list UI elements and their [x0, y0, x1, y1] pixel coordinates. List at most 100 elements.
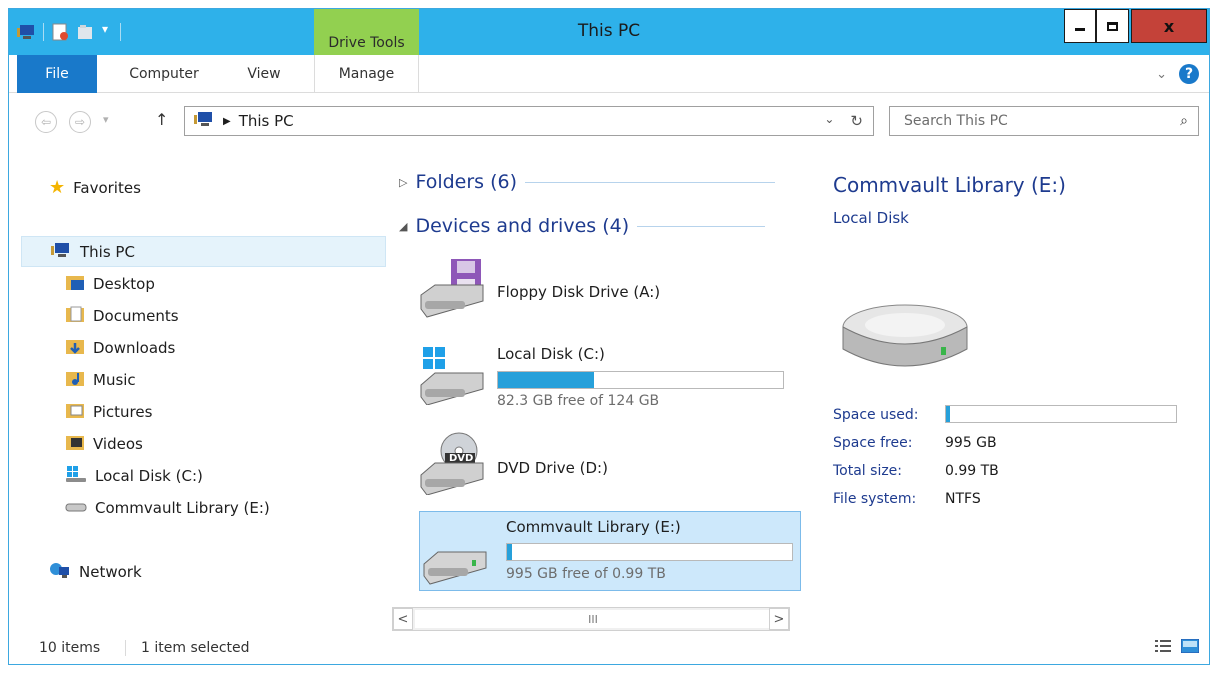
- nav-network[interactable]: Network: [49, 561, 142, 583]
- hard-drive-icon: [65, 497, 87, 519]
- drive-name: DVD Drive (D:): [497, 459, 608, 477]
- details-space-free: Space free: 995 GB: [833, 435, 997, 451]
- address-bar[interactable]: ▶ This PC ⌄ ↻: [184, 106, 874, 136]
- desktop-folder-icon: [65, 273, 85, 295]
- hard-drive-icon: [420, 522, 490, 590]
- group-devices-and-drives[interactable]: ◢ Devices and drives (4): [399, 215, 766, 237]
- navigation-pane: ★ Favorites This PC Desktop Documents Do…: [9, 151, 387, 631]
- nav-downloads-label: Downloads: [93, 339, 176, 357]
- breadcrumb-arrow-icon[interactable]: ▶: [223, 116, 231, 127]
- minimize-button[interactable]: [1064, 9, 1096, 43]
- window-title: This PC: [577, 21, 641, 41]
- drive-commvault-library-e[interactable]: Commvault Library (E:) 995 GB free of 0.…: [419, 511, 801, 591]
- up-arrow-icon[interactable]: ↑: [155, 110, 168, 129]
- collapse-triangle-icon: ◢: [399, 219, 408, 233]
- nav-local-disk-c-label: Local Disk (C:): [95, 467, 203, 485]
- nav-documents[interactable]: Documents: [65, 305, 179, 327]
- nav-videos[interactable]: Videos: [65, 433, 143, 455]
- drive-floppy-a[interactable]: Floppy Disk Drive (A:): [411, 247, 791, 327]
- tab-view[interactable]: View: [234, 55, 294, 93]
- dvd-badge: DVD: [449, 453, 474, 464]
- forward-button[interactable]: ⇨: [69, 111, 91, 133]
- status-bar: 10 items 1 item selected: [9, 631, 1209, 665]
- group-divider: [525, 181, 776, 183]
- nav-this-pc-label: This PC: [80, 242, 135, 261]
- title-bar: ▾ Drive Tools This PC x: [9, 9, 1209, 55]
- computer-icon: [50, 241, 72, 263]
- details-space-used: Space used:: [833, 407, 945, 423]
- total-size-label: Total size:: [833, 463, 903, 479]
- pictures-folder-icon: [65, 401, 85, 423]
- nav-downloads[interactable]: Downloads: [65, 337, 175, 359]
- videos-folder-icon: [65, 433, 85, 455]
- address-dropdown-icon[interactable]: ⌄: [824, 112, 834, 130]
- details-title: Commvault Library (E:): [833, 173, 1066, 197]
- search-icon[interactable]: ⌕: [1180, 113, 1188, 129]
- windows-drive-icon: [417, 341, 487, 409]
- item-count: 10 items: [39, 640, 101, 656]
- tab-file[interactable]: File: [17, 55, 97, 93]
- nav-music[interactable]: Music: [65, 369, 136, 391]
- nav-this-pc[interactable]: This PC: [21, 236, 386, 267]
- help-icon[interactable]: ?: [1179, 64, 1199, 84]
- breadcrumb-this-pc[interactable]: This PC: [239, 112, 294, 130]
- group-folders[interactable]: ▷ Folders (6): [399, 171, 776, 193]
- nav-favorites[interactable]: ★ Favorites: [49, 177, 141, 198]
- refresh-icon[interactable]: ↻: [850, 112, 863, 130]
- nav-desktop[interactable]: Desktop: [65, 273, 155, 295]
- drive-usage-fill: [498, 372, 594, 388]
- horizontal-scrollbar[interactable]: < III >: [392, 607, 790, 631]
- nav-commvault-library-e[interactable]: Commvault Library (E:): [65, 497, 270, 519]
- network-icon: [49, 561, 71, 583]
- maximize-button[interactable]: [1096, 9, 1129, 43]
- hard-drive-large-icon: [835, 301, 975, 385]
- scroll-right-icon[interactable]: >: [769, 608, 789, 630]
- tab-computer[interactable]: Computer: [119, 55, 209, 93]
- nav-music-label: Music: [93, 371, 136, 389]
- drive-usage-fill: [507, 544, 513, 560]
- scroll-left-icon[interactable]: <: [393, 608, 413, 630]
- drive-dvd-d[interactable]: DVD DVD Drive (D:): [411, 423, 791, 503]
- nav-commvault-library-e-label: Commvault Library (E:): [95, 499, 270, 517]
- nav-pictures[interactable]: Pictures: [65, 401, 152, 423]
- drive-name: Commvault Library (E:): [506, 518, 681, 536]
- tab-manage[interactable]: Manage: [314, 55, 419, 93]
- content-pane: ▷ Folders (6) ◢ Devices and drives (4) F…: [389, 151, 801, 634]
- recent-locations-icon[interactable]: ▾: [103, 113, 109, 126]
- file-system-label: File system:: [833, 491, 917, 507]
- nav-desktop-label: Desktop: [93, 275, 155, 293]
- nav-favorites-label: Favorites: [73, 178, 141, 197]
- expand-triangle-icon: ▷: [399, 175, 408, 189]
- close-icon: x: [1163, 16, 1175, 36]
- explorer-window: ▾ Drive Tools This PC x File Computer Vi…: [8, 8, 1210, 665]
- nav-local-disk-c[interactable]: Local Disk (C:): [65, 465, 203, 487]
- nav-pictures-label: Pictures: [93, 403, 153, 421]
- space-free-label: Space free:: [833, 435, 913, 451]
- search-input[interactable]: Search This PC ⌕: [889, 106, 1199, 136]
- star-icon: ★: [49, 177, 66, 198]
- nav-documents-label: Documents: [93, 307, 179, 325]
- details-view-icon[interactable]: [1155, 639, 1171, 657]
- expand-ribbon-icon[interactable]: ⌄: [1156, 67, 1167, 82]
- downloads-folder-icon: [65, 337, 85, 359]
- large-icons-view-icon[interactable]: [1180, 638, 1200, 657]
- windows-drive-icon: [65, 465, 87, 487]
- music-folder-icon: [65, 369, 85, 391]
- ribbon-right-controls: ⌄ ?: [1156, 64, 1199, 84]
- nav-videos-label: Videos: [93, 435, 143, 453]
- close-button[interactable]: x: [1131, 9, 1207, 43]
- back-button[interactable]: ⇦: [35, 111, 57, 133]
- dvd-drive-icon: DVD: [417, 429, 487, 499]
- drive-local-disk-c[interactable]: Local Disk (C:) 82.3 GB free of 124 GB: [411, 333, 791, 413]
- space-used-label: Space used:: [833, 407, 919, 423]
- documents-folder-icon: [65, 305, 85, 327]
- space-free-value: 995 GB: [945, 435, 997, 451]
- details-total-size: Total size: 0.99 TB: [833, 463, 999, 479]
- minimize-icon: [1075, 27, 1085, 31]
- search-placeholder: Search This PC: [904, 113, 1008, 129]
- computer-icon: [193, 110, 215, 132]
- drive-free-text: 82.3 GB free of 124 GB: [497, 393, 660, 409]
- scroll-thumb[interactable]: III: [415, 610, 771, 628]
- group-divider: [637, 225, 766, 227]
- floppy-drive-icon: [417, 255, 487, 323]
